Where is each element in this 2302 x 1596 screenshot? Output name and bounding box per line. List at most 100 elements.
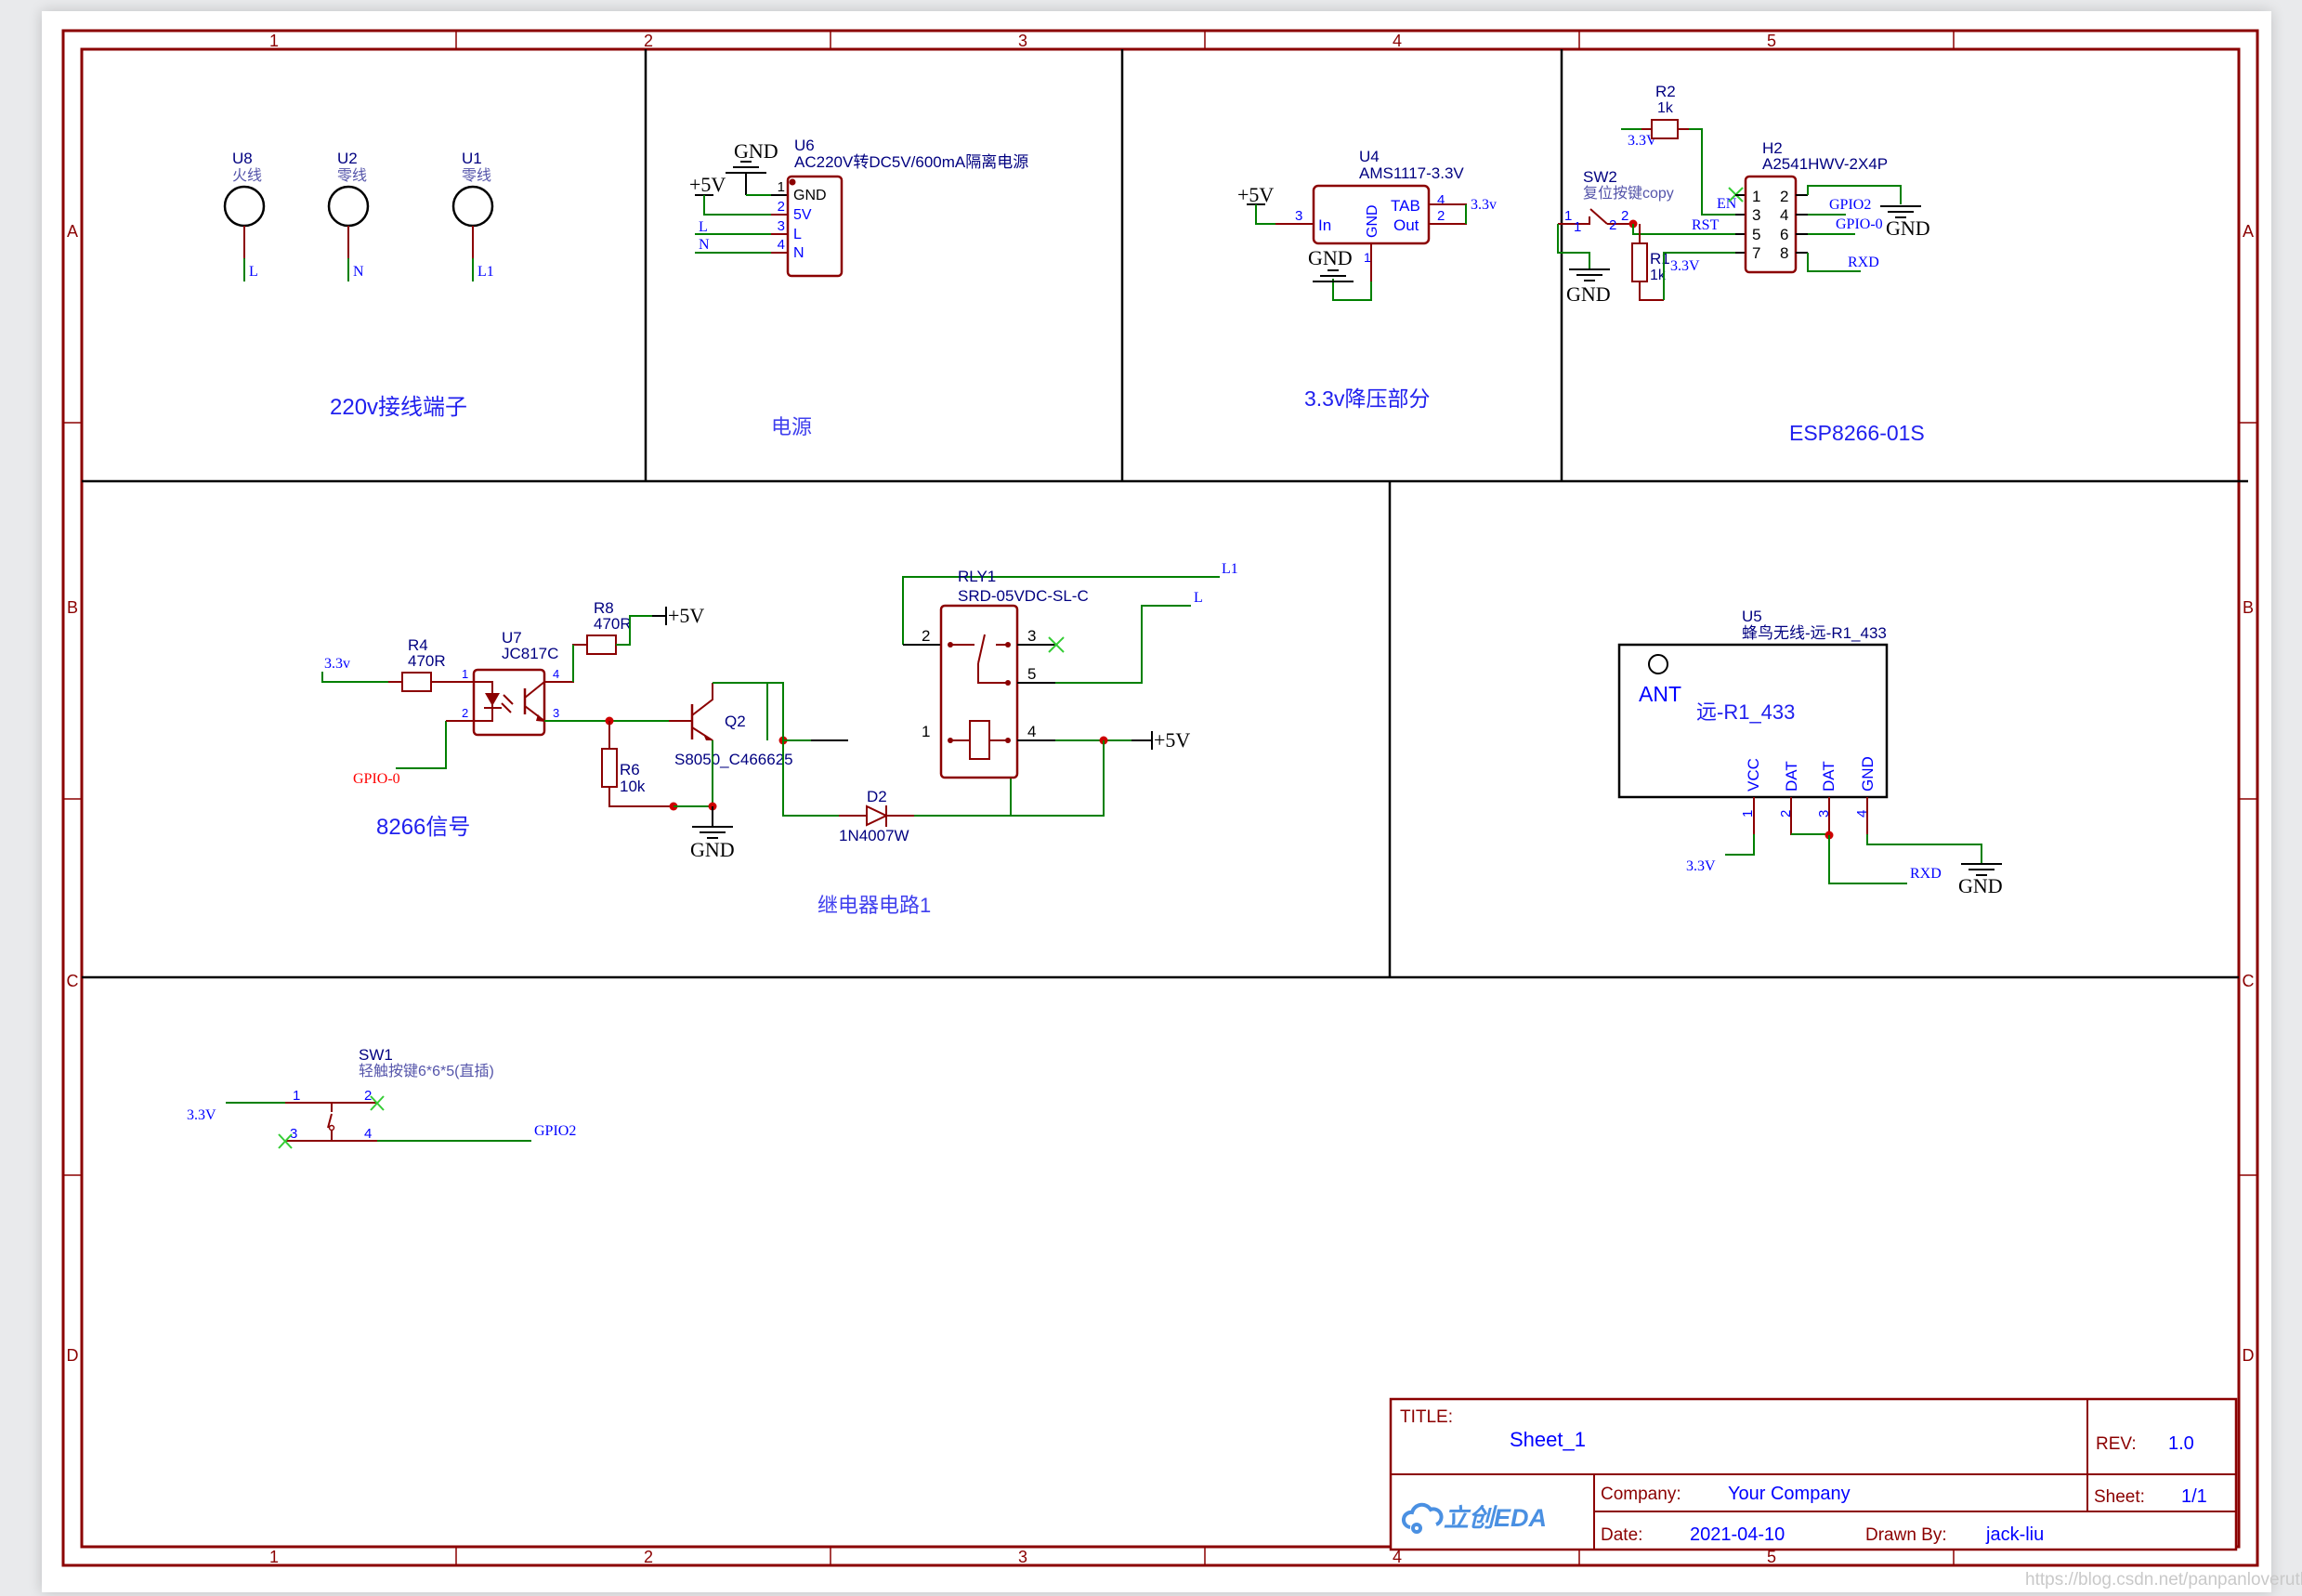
gnd-label: GND (1566, 282, 1611, 306)
terminal-u2[interactable]: U2 零线 N (327, 150, 370, 281)
drawn-value: jack-liu (1985, 1524, 2044, 1545)
pin-name: VCC (1745, 758, 1762, 791)
part-value: 470R (594, 615, 632, 633)
block-title: 电源 (771, 415, 812, 438)
frame-row-label: D (67, 1346, 79, 1365)
watermark: https://blog.csdn.net/panpanloveruth (2025, 1570, 2302, 1589)
part-value: 1k (1657, 100, 1674, 116)
pin-number: 4 (364, 1126, 372, 1142)
net-label-rxd: RXD (1848, 255, 1879, 270)
block-button: 3.3V SW1 轻触按键6*6*5(直插) 1 2 3 4 GPIO2 (187, 1046, 576, 1149)
company-label: Company: (1601, 1485, 1681, 1504)
designator: R2 (1655, 83, 1676, 100)
pin-number: 3 (1752, 206, 1760, 224)
frame-row-label: B (67, 598, 78, 617)
net-label-l: L (1194, 590, 1203, 606)
designator: D2 (867, 788, 887, 805)
pin-number: 4 (1027, 723, 1036, 740)
block-relay: 3.3v R4 470R GPIO-0 U7 JC817C 1 2 3 4 R8… (321, 561, 1238, 917)
pin-number: 1 (922, 723, 930, 740)
switch-sw1[interactable]: SW1 轻触按键6*6*5(直插) 1 2 3 4 (285, 1046, 494, 1142)
sheet-value: 1/1 (2181, 1486, 2207, 1507)
pin-number: 1 (1364, 250, 1371, 265)
pin-number: 6 (1780, 226, 1788, 243)
designator: U1 (462, 150, 482, 167)
resistor-r8[interactable]: R8 470R (586, 599, 632, 655)
pin-number: 7 (1752, 244, 1760, 262)
sheet-label: Sheet: (2094, 1487, 2145, 1507)
pin-number: 4 (1780, 206, 1788, 224)
switch-sw2[interactable]: SW2 复位按键copy 1 1 2 2 (1558, 168, 1674, 235)
resistor-r4[interactable]: R4 470R (401, 636, 446, 692)
block-title: 继电器电路1 (817, 894, 931, 917)
drawing-frame: 1 2 3 4 5 1 2 3 4 5 A B C D A B C D (61, 29, 2259, 1567)
pin-number: 5 (1752, 226, 1760, 243)
pin-number: 1 (1574, 219, 1581, 235)
pin-number: 1 (1564, 208, 1572, 224)
net-label: N (353, 264, 364, 280)
designator: Q2 (725, 713, 746, 730)
net-label: L (249, 264, 258, 280)
diode-d2[interactable]: D2 1N4007W (839, 788, 914, 844)
gnd-label: GND (1308, 246, 1353, 269)
component-u6[interactable]: U6 AC220V转DC5V/600mA隔离电源 1 2 3 4 GND 5V … (778, 137, 1029, 278)
pin-number: 2 (364, 1088, 372, 1104)
pin-number: 8 (1780, 244, 1788, 262)
pin-number: 3 (553, 706, 559, 720)
relay-rly1[interactable]: RLY1 SRD-05VDC-SL-C 2 1 3 5 4 (922, 568, 1089, 779)
net-label-gpio2: GPIO2 (534, 1123, 576, 1139)
part-value: 复位按键copy (1583, 185, 1674, 202)
signal-label: 8266信号 (376, 815, 470, 840)
designator: RLY1 (958, 568, 996, 585)
terminal-u8[interactable]: U8 火线 L (223, 150, 266, 281)
module-inner-label: 远-R1_433 (1696, 700, 1795, 724)
drawn-label: Drawn By: (1865, 1525, 1947, 1545)
rf-module-u5[interactable]: U5 蜂鸟无线-远-R1_433 ANT 远-R1_433 VCC DAT DA… (1617, 608, 1889, 818)
pin-number: 3 (1295, 208, 1302, 224)
part-value: 蜂鸟无线-远-R1_433 (1742, 624, 1887, 642)
frame-col-label: 1 (269, 1548, 279, 1566)
designator: U6 (794, 137, 815, 154)
resistor-r2[interactable]: R2 1k (1651, 83, 1679, 139)
net-label: 3.3v (324, 656, 350, 672)
terminal-u1[interactable]: U1 零线 L1 (451, 150, 494, 281)
transistor-q2[interactable]: Q2 S8050_C466625 (669, 683, 793, 768)
sheet-title: Sheet_1 (1510, 1428, 1586, 1451)
schematic-canvas: 1 2 3 4 5 1 2 3 4 5 A B C D A B C D U8 火… (61, 29, 2259, 1567)
pin-name: DAT (1820, 761, 1838, 791)
frame-row-label: A (67, 222, 78, 241)
frame-col-label: 2 (644, 1548, 653, 1566)
net-label-rxd: RXD (1910, 866, 1942, 882)
net-label: 3.3v (1471, 197, 1497, 213)
pin-number: 5 (1027, 665, 1036, 683)
frame-col-label: 3 (1018, 32, 1027, 50)
frame-row-label: D (2243, 1346, 2255, 1365)
block-title: ESP8266-01S (1789, 421, 1925, 445)
part-value: 10k (620, 778, 646, 795)
vcc-label: +5V (668, 604, 704, 627)
pin-name: GND (1859, 756, 1877, 791)
net-label-gpio0: GPIO-0 (1836, 216, 1883, 232)
pin-number: 3 (778, 218, 785, 234)
block-terminals: U8 火线 L U2 零线 N U1 零线 L1 220v接线端子 (223, 150, 494, 420)
pin-number: 1 (778, 179, 785, 195)
frame-col-label: 2 (644, 32, 653, 50)
pin-name: 5V (793, 207, 812, 223)
designator: R6 (620, 761, 640, 778)
gnd-label: GND (690, 838, 735, 861)
part-value: S8050_C466625 (674, 751, 793, 768)
pin-number: 2 (1609, 217, 1616, 233)
pin-number: 4 (1437, 192, 1445, 208)
gnd-symbol (726, 161, 766, 195)
pin-number: 2 (1437, 208, 1445, 224)
net-label-gpio0: GPIO-0 (353, 771, 400, 787)
gnd-label: GND (734, 139, 778, 163)
pin-number: 2 (922, 627, 930, 645)
net-label-l1: L1 (1222, 561, 1238, 577)
frame-row-label: C (2243, 972, 2255, 990)
pin-number: 3 (1027, 627, 1036, 645)
part-value: 1N4007W (839, 827, 909, 844)
vcc-label: +5V (689, 173, 726, 196)
block-ldo: +5V U4 AMS1117-3.3V 3 In GND TAB Out 4 2… (1237, 148, 1497, 411)
designator: U5 (1742, 608, 1762, 625)
